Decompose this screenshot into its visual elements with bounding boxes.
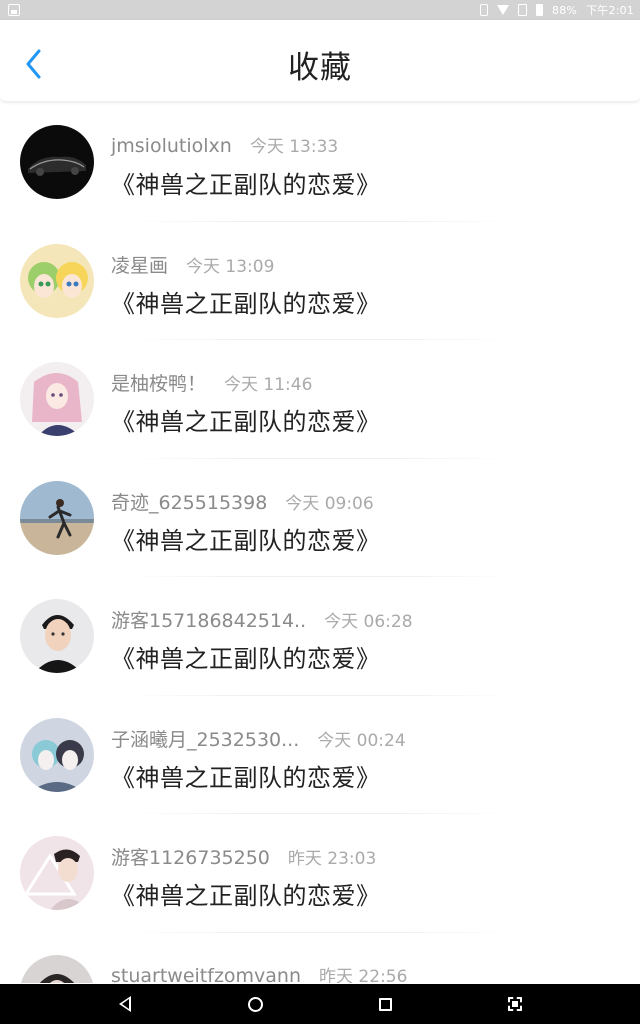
username[interactable]: 奇迹_625515398 <box>111 488 267 515</box>
username[interactable]: 是柚桉鸭！ <box>111 369 206 396</box>
item-meta: 凌星画 今天 13:09 <box>111 251 274 278</box>
username[interactable]: stuartweitfzomvann <box>111 965 301 984</box>
chevron-left-icon <box>26 49 41 79</box>
vibrate-icon <box>480 4 489 16</box>
username[interactable]: 凌星画 <box>111 251 168 278</box>
timestamp: 昨天 22:56 <box>319 966 408 984</box>
list-item[interactable]: 是柚桉鸭！ 今天 11:46 《神兽之正副队的恋爱》 <box>0 340 640 459</box>
work-title[interactable]: 《神兽之正副队的恋爱》 <box>111 876 381 911</box>
nav-recent-apps-button[interactable] <box>357 984 413 1024</box>
timestamp: 今天 09:06 <box>285 493 374 514</box>
system-nav-bar <box>0 984 640 1024</box>
list-item[interactable]: stuartweitfzomvann 昨天 22:56 <box>0 933 640 984</box>
timestamp: 今天 06:28 <box>324 612 413 632</box>
avatar[interactable] <box>20 243 94 318</box>
avatar[interactable] <box>20 480 94 555</box>
work-title[interactable]: 《神兽之正副队的恋爱》 <box>111 639 381 674</box>
work-title[interactable]: 《神兽之正副队的恋爱》 <box>111 165 381 200</box>
username[interactable]: jmsiolutiolxn <box>111 135 232 157</box>
home-circle-icon <box>247 996 263 1012</box>
no-sim-icon <box>518 4 528 16</box>
timestamp: 昨天 23:03 <box>287 849 377 869</box>
wifi-icon <box>497 5 510 15</box>
work-title[interactable]: 《神兽之正副队的恋爱》 <box>111 758 381 793</box>
timestamp: 今天 13:33 <box>249 137 339 157</box>
nav-home-button[interactable] <box>227 984 283 1024</box>
battery-percent: 88% <box>552 3 578 17</box>
back-button[interactable] <box>14 44 54 84</box>
avatar[interactable] <box>20 836 94 910</box>
clock: 下午2:01 <box>586 4 634 17</box>
username[interactable]: 游客157186842514.. <box>111 606 306 633</box>
timestamp: 今天 13:09 <box>186 256 275 277</box>
timestamp: 今天 00:24 <box>317 730 406 751</box>
gallery-notification-icon <box>8 4 20 16</box>
battery-icon <box>536 4 544 16</box>
list-item[interactable]: 游客1126735250 昨天 23:03 《神兽之正副队的恋爱》 <box>0 814 640 933</box>
status-bar: 88% 下午2:01 <box>0 0 640 20</box>
work-title[interactable]: 《神兽之正副队的恋爱》 <box>111 521 381 556</box>
screenshot-icon <box>508 997 522 1011</box>
favorites-list[interactable]: jmsiolutiolxn 今天 13:33 《神兽之正副队的恋爱》 凌星画 今… <box>0 103 640 983</box>
item-meta: 是柚桉鸭！ 今天 11:46 <box>111 369 312 396</box>
work-title[interactable]: 《神兽之正副队的恋爱》 <box>111 402 381 437</box>
list-item[interactable]: jmsiolutiolxn 今天 13:33 《神兽之正副队的恋爱》 <box>0 103 640 222</box>
back-triangle-icon <box>119 996 131 1012</box>
work-title[interactable]: 《神兽之正副队的恋爱》 <box>111 284 381 319</box>
status-icons: 88% 下午2:01 <box>480 0 634 20</box>
item-meta: jmsiolutiolxn 今天 13:33 <box>111 132 338 157</box>
recent-apps-square-icon <box>378 997 392 1011</box>
nav-back-button[interactable] <box>97 984 153 1024</box>
item-meta: 子涵曦月_2532530... 今天 00:24 <box>111 725 406 752</box>
avatar[interactable] <box>20 599 94 673</box>
username[interactable]: 子涵曦月_2532530... <box>111 725 299 752</box>
app-header: 收藏 <box>0 20 640 102</box>
avatar[interactable] <box>20 954 94 983</box>
item-meta: 游客157186842514.. 今天 06:28 <box>111 606 413 633</box>
avatar[interactable] <box>20 717 94 792</box>
avatar[interactable] <box>20 125 94 199</box>
avatar[interactable] <box>20 362 94 436</box>
item-meta: 游客1126735250 昨天 23:03 <box>111 843 376 870</box>
list-item[interactable]: 子涵曦月_2532530... 今天 00:24 《神兽之正副队的恋爱》 <box>0 696 640 814</box>
item-meta: 奇迹_625515398 今天 09:06 <box>111 488 374 515</box>
list-item[interactable]: 游客157186842514.. 今天 06:28 《神兽之正副队的恋爱》 <box>0 577 640 696</box>
username[interactable]: 游客1126735250 <box>111 843 270 870</box>
list-item[interactable]: 凌星画 今天 13:09 《神兽之正副队的恋爱》 <box>0 222 640 340</box>
nav-screenshot-button[interactable] <box>487 984 543 1024</box>
item-meta: stuartweitfzomvann 昨天 22:56 <box>111 962 407 984</box>
timestamp: 今天 11:46 <box>224 375 313 395</box>
list-item[interactable]: 奇迹_625515398 今天 09:06 《神兽之正副队的恋爱》 <box>0 459 640 577</box>
